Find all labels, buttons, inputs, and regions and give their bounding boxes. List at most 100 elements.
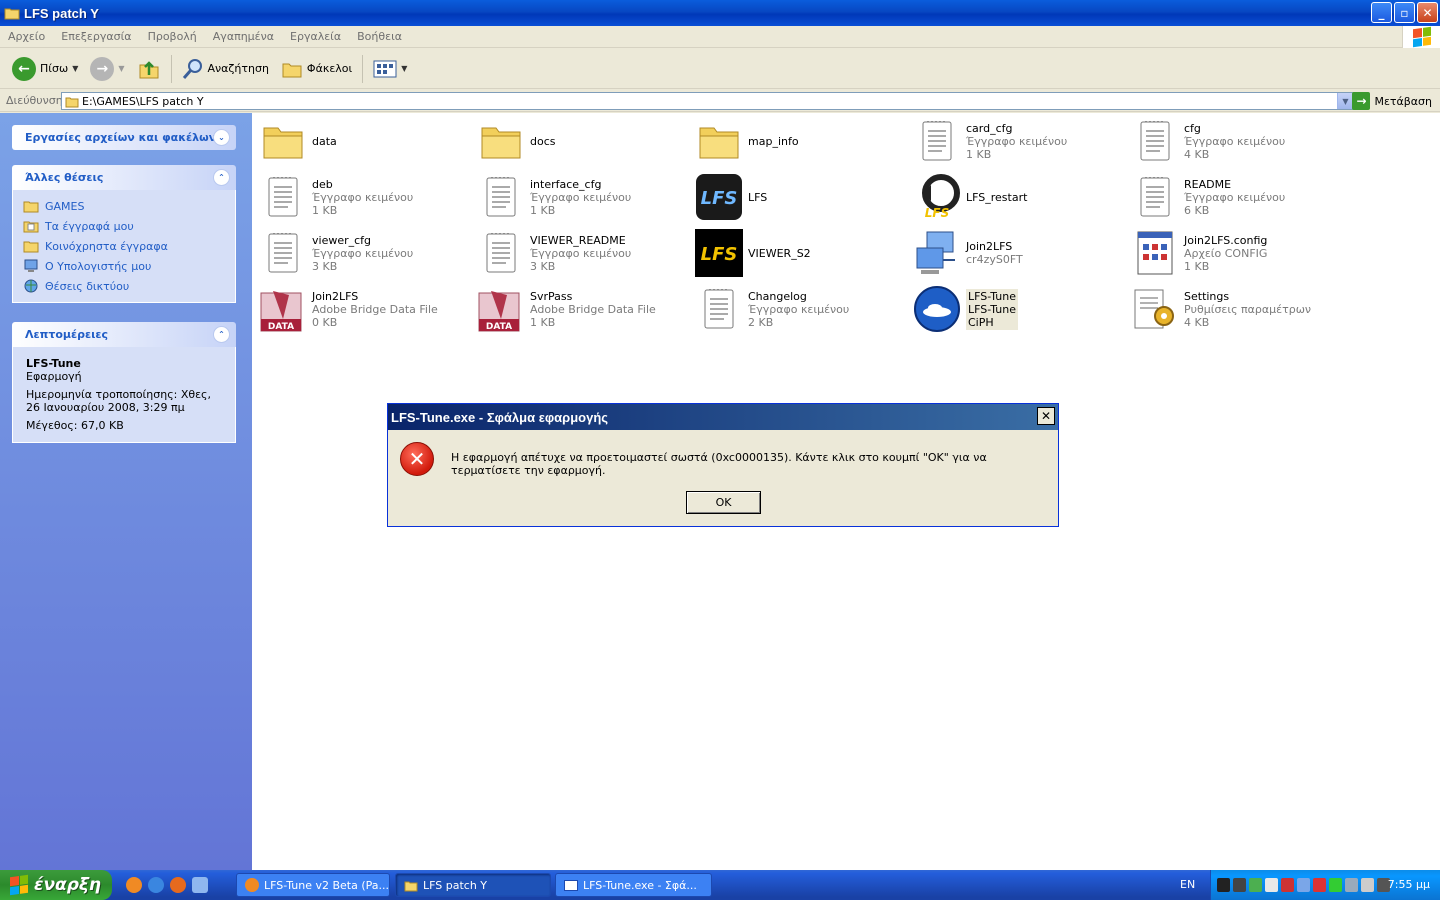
dialog-close-button[interactable]: ✕	[1037, 407, 1055, 425]
back-button[interactable]: ← Πίσω ▼	[6, 53, 84, 85]
tray-app-icon[interactable]	[1281, 878, 1294, 892]
file-item[interactable]: VIEWER_README Έγγραφο κειμένου 3 KB	[475, 226, 685, 280]
file-item[interactable]: LFS VIEWER_S2	[693, 226, 903, 280]
show-desktop-icon[interactable]	[192, 877, 208, 893]
file-name: LFS-Tune	[968, 289, 1016, 303]
file-item-text: Settings Ρυθμίσεις παραμέτρων 4 KB	[1184, 290, 1311, 329]
file-item[interactable]: data	[257, 114, 467, 168]
other-places-header[interactable]: Άλλες θέσεις ⌃	[12, 165, 236, 190]
close-button[interactable]: ✕	[1417, 2, 1438, 23]
minimize-button[interactable]: _	[1371, 2, 1392, 23]
address-input[interactable]: E:\GAMES\LFS patch Y ▼	[61, 92, 1354, 110]
file-type: Αρχείο CONFIG	[1184, 246, 1268, 260]
expand-chevron-icon[interactable]: ⌄	[213, 129, 230, 146]
tray-app-icon[interactable]	[1329, 878, 1342, 892]
folders-icon	[282, 63, 302, 77]
messenger-icon[interactable]	[1249, 878, 1262, 892]
tray-app-icon[interactable]	[1233, 878, 1246, 892]
lfs-tune-icon	[911, 283, 963, 335]
place-link-network-places[interactable]: Θέσεις δικτύου	[23, 276, 225, 296]
file-item[interactable]: README Έγγραφο κειμένου 6 KB	[1129, 170, 1339, 224]
file-item-text: docs	[530, 135, 556, 148]
taskbar-item-error-dialog[interactable]: LFS-Tune.exe - Σφά...	[555, 873, 712, 897]
file-tasks-header[interactable]: Εργασίες αρχείων και φακέλων ⌄	[12, 125, 236, 150]
place-link-shared-documents[interactable]: Κοινόχρηστα έγγραφα	[23, 236, 225, 256]
network-icon[interactable]	[1297, 878, 1310, 892]
collapse-chevron-icon[interactable]: ⌃	[213, 326, 230, 343]
text-document-icon	[1129, 171, 1181, 223]
chevron-down-icon[interactable]: ▼	[72, 64, 78, 73]
volume-icon[interactable]	[1361, 878, 1374, 892]
file-item[interactable]: Changelog Έγγραφο κειμένου 2 KB	[693, 282, 903, 336]
internet-explorer-icon[interactable]	[148, 877, 164, 893]
ok-button[interactable]: OK	[686, 491, 761, 514]
collapse-chevron-icon[interactable]: ⌃	[213, 169, 230, 186]
file-item[interactable]: Join2LFS.config Αρχείο CONFIG 1 KB	[1129, 226, 1339, 280]
file-item[interactable]: Settings Ρυθμίσεις παραμέτρων 4 KB	[1129, 282, 1339, 336]
file-name: LFS	[748, 190, 768, 204]
task-label: LFS patch Y	[423, 878, 488, 892]
place-link-my-documents[interactable]: Τα έγγραφά μου	[23, 216, 225, 236]
forward-button[interactable]: → ▼	[84, 53, 130, 85]
taskbar-item-explorer[interactable]: LFS patch Y	[395, 873, 551, 897]
svg-text:LFS: LFS	[701, 188, 738, 209]
details-header[interactable]: Λεπτομέρειες ⌃	[12, 322, 236, 347]
place-link-my-computer[interactable]: Ο Υπολογιστής μου	[23, 256, 225, 276]
firefox-icon[interactable]	[126, 877, 142, 893]
file-item[interactable]: viewer_cfg Έγγραφο κειμένου 3 KB	[257, 226, 467, 280]
file-item[interactable]: docs	[475, 114, 685, 168]
place-link-games[interactable]: GAMES	[23, 196, 225, 216]
menu-favorites[interactable]: Αγαπημένα	[205, 30, 282, 43]
language-indicator[interactable]: EN	[1180, 878, 1195, 891]
file-type: Adobe Bridge Data File	[530, 302, 656, 316]
file-size: 1 KB	[530, 203, 556, 217]
tray-app-icon[interactable]	[1313, 878, 1326, 892]
file-item[interactable]: interface_cfg Έγγραφο κειμένου 1 KB	[475, 170, 685, 224]
folder-icon	[475, 115, 527, 167]
taskbar-item-browser[interactable]: LFS-Tune v2 Beta (Pa...	[236, 873, 390, 897]
file-item[interactable]: LFS LFS_restart	[911, 170, 1121, 224]
start-button[interactable]: έναρξη	[0, 870, 112, 900]
folders-button[interactable]: Φάκελοι	[275, 53, 358, 85]
error-dialog: LFS-Tune.exe - Σφάλμα εφαρμογής ✕ ✕ Η εφ…	[387, 403, 1059, 527]
start-label: έναρξη	[34, 875, 102, 895]
menu-file[interactable]: Αρχείο	[0, 30, 53, 43]
file-item-text: cfg Έγγραφο κειμένου 4 KB	[1184, 122, 1285, 161]
menu-edit[interactable]: Επεξεργασία	[53, 30, 139, 43]
file-type: Adobe Bridge Data File	[312, 302, 438, 316]
text-document-icon	[1129, 115, 1181, 167]
chevron-down-icon[interactable]: ▼	[118, 64, 124, 73]
firefox-icon[interactable]	[170, 877, 186, 893]
search-button[interactable]: Αναζήτηση	[176, 53, 275, 85]
file-item[interactable]: DATA SvrPass Adobe Bridge Data File 1 KB	[475, 282, 685, 336]
file-item[interactable]: Join2LFS cr4zyS0FT	[911, 226, 1121, 280]
menu-view[interactable]: Προβολή	[140, 30, 205, 43]
file-item[interactable]: DATA Join2LFS Adobe Bridge Data File 0 KB	[257, 282, 467, 336]
toolbar: ← Πίσω ▼ → ▼ Αναζήτηση Φάκελοι ▼	[0, 49, 1440, 89]
window-title-bar[interactable]: LFS patch Y _ ▫ ✕	[0, 0, 1440, 26]
address-dropdown-button[interactable]: ▼	[1337, 93, 1353, 109]
file-item[interactable]: map_info	[693, 114, 903, 168]
tray-app-icon[interactable]	[1265, 878, 1278, 892]
file-size: 2 KB	[748, 315, 774, 329]
tray-app-icon[interactable]	[1345, 878, 1358, 892]
word-icon[interactable]	[1217, 878, 1230, 892]
file-size: 3 KB	[312, 259, 338, 273]
file-item[interactable]: card_cfg Έγγραφο κειμένου 1 KB	[911, 114, 1121, 168]
file-type: Έγγραφο κειμένου	[312, 246, 414, 260]
forward-arrow-icon: →	[90, 56, 115, 81]
chevron-down-icon[interactable]: ▼	[401, 64, 407, 73]
data-file-icon: DATA	[475, 283, 527, 335]
dialog-title-bar[interactable]: LFS-Tune.exe - Σφάλμα εφαρμογής	[388, 404, 1058, 430]
file-item[interactable]: LFS-Tune LFS-Tune CiPH	[911, 282, 1121, 336]
views-button[interactable]: ▼	[367, 53, 413, 85]
maximize-button[interactable]: ▫	[1394, 2, 1415, 23]
file-item[interactable]: cfg Έγγραφο κειμένου 4 KB	[1129, 114, 1339, 168]
menu-tools[interactable]: Εργαλεία	[282, 30, 349, 43]
file-item[interactable]: deb Έγγραφο κειμένου 1 KB	[257, 170, 467, 224]
go-button[interactable]: → Μετάβαση	[1352, 92, 1432, 110]
menu-help[interactable]: Βοήθεια	[349, 30, 410, 43]
file-item[interactable]: LFS LFS	[693, 170, 903, 224]
file-item-text: LFS_restart	[966, 191, 1027, 204]
up-folder-button[interactable]	[131, 53, 167, 85]
